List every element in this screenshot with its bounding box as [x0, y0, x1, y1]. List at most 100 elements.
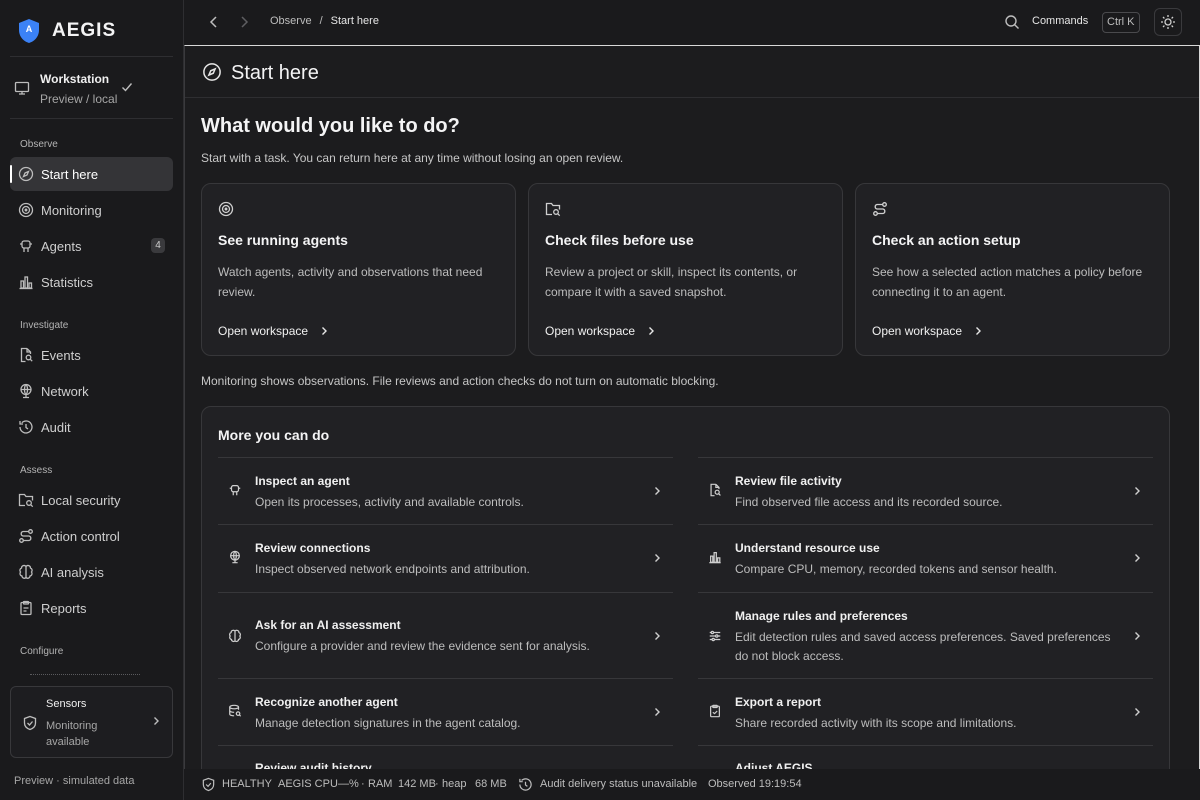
bar-chart-icon — [708, 550, 722, 564]
sidebar-item-label: Statistics — [41, 274, 94, 290]
main-content: Start here What would you like to do? St… — [184, 45, 1200, 769]
sidebar-item-ai-analysis[interactable]: AI analysis — [10, 555, 173, 589]
search-icon[interactable] — [1004, 14, 1020, 30]
theme-toggle-button[interactable] — [1154, 8, 1182, 36]
sensors-panel[interactable]: Sensors Monitoring available — [10, 686, 173, 758]
open-workspace-link[interactable]: Open workspace — [545, 324, 657, 338]
divider — [10, 56, 173, 57]
card-description: Watch agents, activity and observations … — [218, 265, 483, 299]
sidebar-item-reports[interactable]: Reports — [10, 591, 173, 625]
sidebar-item-label: Local security — [41, 492, 121, 508]
shortcut-hint: Ctrl K — [1102, 12, 1140, 33]
page-header: Start here — [185, 46, 1199, 98]
more-item-rules-preferences[interactable]: Manage rules and preferences Edit detect… — [698, 592, 1153, 678]
chevron-right-icon — [1131, 552, 1143, 564]
item-description: Share recorded activity with its scope a… — [735, 716, 1017, 730]
forward-button[interactable] — [236, 14, 252, 30]
compass-icon — [18, 166, 34, 182]
sidebar-item-label: Action control — [41, 528, 120, 544]
top-bar: Observe / Start here Commands Ctrl K — [184, 0, 1200, 45]
audit-status: Audit delivery status unavailable — [540, 778, 698, 790]
more-item-resource-use[interactable]: Understand resource use Compare CPU, mem… — [698, 524, 1153, 592]
chevron-right-icon — [322, 327, 328, 335]
folder-search-icon — [545, 201, 561, 217]
card-check-action-setup[interactable]: Check an action setup See how a selected… — [855, 183, 1170, 356]
heap-value: 68 MB — [475, 778, 507, 790]
card-description: Review a project or skill, inspect its c… — [545, 265, 798, 299]
observed-time: Observed 19:19:54 — [708, 778, 802, 790]
sun-icon — [1160, 14, 1176, 30]
sidebar-item-network[interactable]: Network — [10, 374, 173, 408]
sidebar-item-events[interactable]: Events — [10, 338, 173, 372]
file-search-icon — [708, 483, 722, 497]
more-panel: More you can do Inspect an agent Open it… — [201, 406, 1170, 769]
ram-value: 142 MB — [398, 778, 436, 790]
sidebar-item-label: AI analysis — [41, 564, 104, 580]
sidebar: A AEGIS Workstation Preview / local Obse… — [0, 0, 184, 800]
more-item-inspect-agent[interactable]: Inspect an agent Open its processes, act… — [218, 457, 673, 524]
item-title: Manage rules and preferences — [735, 609, 908, 623]
item-title: Understand resource use — [735, 541, 880, 555]
chevron-right-icon — [150, 715, 162, 727]
folder-search-icon — [18, 492, 34, 508]
file-search-icon — [18, 347, 34, 363]
monitoring-note: Monitoring shows observations. File revi… — [201, 374, 719, 388]
sidebar-item-label: Reports — [41, 600, 87, 616]
breadcrumb-current: Start here — [330, 15, 379, 27]
radar-icon — [218, 201, 234, 217]
workstation-selector[interactable]: Workstation Preview / local — [14, 72, 174, 108]
sidebar-item-agents[interactable]: Agents 4 — [10, 229, 173, 263]
sidebar-item-local-security[interactable]: Local security — [10, 483, 173, 517]
commands-button[interactable]: Commands — [1032, 15, 1088, 27]
item-description: Compare CPU, memory, recorded tokens and… — [735, 562, 1057, 576]
sidebar-item-audit[interactable]: Audit — [10, 410, 173, 444]
more-item-review-file-activity[interactable]: Review file activity Find observed file … — [698, 457, 1153, 524]
more-item-recognize-agent[interactable]: Recognize another agent Manage detection… — [218, 678, 673, 745]
open-workspace-link[interactable]: Open workspace — [872, 324, 984, 338]
sidebar-item-action-control[interactable]: Action control — [10, 519, 173, 553]
chevron-right-icon — [976, 327, 982, 335]
card-check-files[interactable]: Check files before use Review a project … — [528, 183, 843, 356]
preview-label: Preview · simulated data — [14, 775, 135, 787]
breadcrumb: Observe / Start here — [270, 15, 379, 27]
workstation-title: Workstation — [40, 72, 110, 86]
sidebar-item-label: Agents — [41, 238, 82, 254]
breadcrumb-observe[interactable]: Observe — [270, 15, 312, 27]
divider — [10, 118, 173, 119]
sliders-icon — [708, 629, 722, 643]
item-title: Adjust AEGIS — [735, 761, 813, 769]
item-title: Recognize another agent — [255, 695, 398, 709]
link-label: Open workspace — [545, 324, 636, 338]
more-item-review-connections[interactable]: Review connections Inspect observed netw… — [218, 524, 673, 592]
page-title: Start here — [231, 62, 319, 84]
more-item-export-report[interactable]: Export a report Share recorded activity … — [698, 678, 1153, 745]
history-icon — [518, 777, 533, 792]
item-title: Inspect an agent — [255, 474, 350, 488]
brain-icon — [18, 564, 34, 580]
chevron-right-icon — [1131, 630, 1143, 642]
brand[interactable]: A AEGIS — [18, 18, 116, 44]
sidebar-item-label: Network — [41, 383, 89, 399]
sidebar-item-label: Events — [41, 347, 81, 363]
item-description: Open its processes, activity and availab… — [255, 495, 524, 509]
more-item-adjust-aegis[interactable]: Adjust AEGIS — [698, 745, 1153, 769]
database-search-icon — [228, 704, 242, 718]
open-workspace-link[interactable]: Open workspace — [218, 324, 330, 338]
sidebar-item-label: Monitoring — [41, 202, 102, 218]
brand-name: AEGIS — [52, 20, 117, 41]
sidebar-item-monitoring[interactable]: Monitoring — [10, 193, 173, 227]
back-button[interactable] — [206, 14, 222, 30]
item-title: Review audit history — [255, 761, 372, 769]
card-title: Check an action setup — [872, 232, 1021, 248]
chevron-right-icon — [651, 552, 663, 564]
sidebar-item-statistics[interactable]: Statistics — [10, 265, 173, 299]
item-description: Edit detection rules and saved access pr… — [735, 630, 1111, 663]
card-see-running-agents[interactable]: See running agents Watch agents, activit… — [201, 183, 516, 356]
globe-icon — [228, 550, 242, 564]
sidebar-item-start-here[interactable]: Start here — [10, 157, 173, 191]
sensors-title: Sensors — [46, 698, 87, 710]
more-item-ai-assessment[interactable]: Ask for an AI assessment Configure a pro… — [218, 592, 673, 678]
route-icon — [18, 528, 34, 544]
more-item-audit-history[interactable]: Review audit history — [218, 745, 673, 769]
chevron-right-icon — [651, 630, 663, 642]
